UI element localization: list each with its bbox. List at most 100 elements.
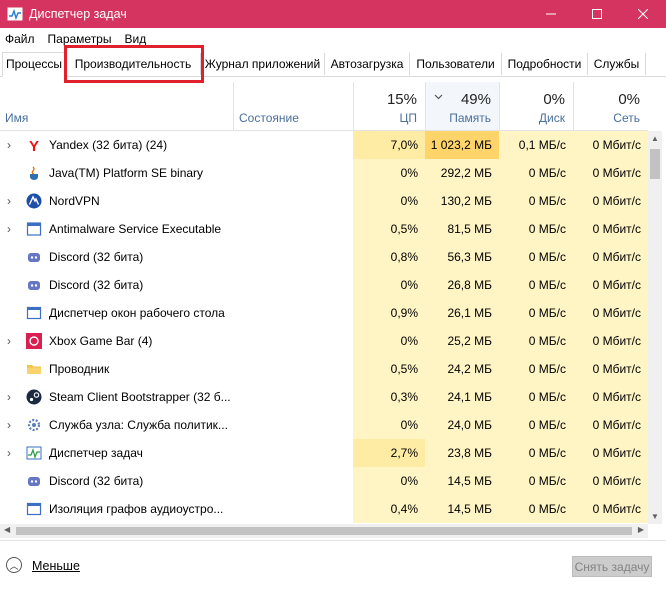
task-manager-icon (26, 445, 42, 461)
cpu-cell: 0,3% (353, 383, 425, 411)
process-name: Xbox Game Bar (4) (49, 334, 153, 348)
network-cell: 0 Мбит/с (573, 467, 648, 495)
cpu-cell: 0% (353, 187, 425, 215)
scroll-up-icon[interactable]: ▲ (651, 134, 659, 143)
table-row[interactable]: › Y Yandex (32 бита) (24) 7,0% 1 023,2 МБ 0,1… (0, 131, 648, 159)
header-cpu[interactable]: 15% ЦП (353, 82, 425, 130)
window-manager-icon (26, 305, 42, 321)
chevron-right-icon[interactable]: › (7, 390, 17, 404)
column-header: Имя Состояние 15% ЦП 49% Память 0% Диск … (0, 82, 648, 131)
close-button[interactable] (620, 0, 666, 28)
header-disk[interactable]: 0% Диск (499, 82, 573, 130)
chevron-right-icon[interactable]: › (7, 222, 17, 236)
process-name: Discord (32 бита) (49, 278, 144, 292)
tab-users[interactable]: Пользователи (410, 53, 502, 75)
process-name: Диспетчер окон рабочего стола (49, 306, 225, 320)
minimize-button[interactable] (528, 0, 574, 28)
cpu-cell: 0% (353, 327, 425, 355)
cpu-cell: 0,9% (353, 299, 425, 327)
network-cell: 0 Мбит/с (573, 495, 648, 523)
horizontal-scrollbar[interactable]: ◀ ▶ (0, 524, 648, 538)
title-bar: Диспетчер задач (0, 0, 666, 28)
chevron-up-circle-icon[interactable]: ︿ (6, 557, 22, 573)
cpu-cell: 0% (353, 159, 425, 187)
disk-cell: 0 МБ/с (499, 215, 573, 243)
scroll-down-icon[interactable]: ▼ (651, 512, 659, 521)
scroll-right-icon[interactable]: ▶ (638, 525, 644, 534)
gear-icon (26, 417, 42, 433)
disk-cell: 0 МБ/с (499, 355, 573, 383)
table-row[interactable]: Диспетчер окон рабочего стола 0,9% 26,1 МБ… (0, 299, 648, 327)
disk-cell: 0,1 МБ/с (499, 131, 573, 159)
table-row[interactable]: Discord (32 бита) 0% 26,8 МБ 0 МБ/с 0 Мбит/с (0, 271, 648, 299)
memory-cell: 130,2 МБ (425, 187, 499, 215)
tab-services[interactable]: Службы (588, 53, 646, 75)
header-status[interactable]: Состояние (233, 82, 353, 130)
table-row[interactable]: Discord (32 бита) 0,8% 56,3 МБ 0 МБ/с 0 Мбит… (0, 243, 648, 271)
cpu-cell: 7,0% (353, 131, 425, 159)
chevron-right-icon[interactable]: › (7, 194, 17, 208)
table-row[interactable]: › Диспетчер задач 2,7% 23,8 МБ 0 МБ/с 0 Мбит/… (0, 439, 648, 467)
cpu-cell: 0% (353, 271, 425, 299)
disk-cell: 0 МБ/с (499, 299, 573, 327)
vertical-scrollbar[interactable]: ▲ ▼ (648, 131, 662, 524)
maximize-icon (592, 9, 602, 19)
table-row[interactable]: › Служба узла: Служба политик... 0% 24,0 МБ… (0, 411, 648, 439)
window-title: Диспетчер задач (29, 7, 127, 21)
menu-options[interactable]: Параметры (48, 32, 112, 46)
hscroll-thumb[interactable] (16, 527, 632, 535)
network-cell: 0 Мбит/с (573, 187, 648, 215)
header-name[interactable]: Имя (0, 82, 233, 130)
disk-cell: 0 МБ/с (499, 439, 573, 467)
table-row[interactable]: Java(TM) Platform SE binary 0% 292,2 МБ 0 М… (0, 159, 648, 187)
header-network[interactable]: 0% Сеть (573, 82, 648, 130)
maximize-button[interactable] (574, 0, 620, 28)
memory-cell: 1 023,2 МБ (425, 131, 499, 159)
table-row[interactable]: › NordVPN 0% 130,2 МБ 0 МБ/с 0 Мбит/с (0, 187, 648, 215)
end-task-button[interactable]: Снять задачу (572, 556, 652, 577)
scroll-left-icon[interactable]: ◀ (4, 525, 10, 534)
cpu-cell: 0% (353, 467, 425, 495)
memory-cell: 26,8 МБ (425, 271, 499, 299)
scroll-thumb[interactable] (650, 149, 660, 179)
chevron-right-icon[interactable]: › (7, 138, 17, 152)
memory-cell: 292,2 МБ (425, 159, 499, 187)
header-memory[interactable]: 49% Память (425, 82, 499, 130)
network-cell: 0 Мбит/с (573, 271, 648, 299)
audio-icon (26, 501, 42, 517)
table-row[interactable]: › Xbox Game Bar (4) 0% 25,2 МБ 0 МБ/с 0 Мбит/… (0, 327, 648, 355)
table-row[interactable]: Изоляция графов аудиоустро... 0,4% 14,5 МБ… (0, 495, 648, 523)
network-cell: 0 Мбит/с (573, 131, 648, 159)
discord-icon (26, 473, 42, 489)
fewer-details-link[interactable]: Меньше (32, 559, 80, 573)
disk-cell: 0 МБ/с (499, 243, 573, 271)
network-cell: 0 Мбит/с (573, 411, 648, 439)
folder-icon (26, 361, 42, 377)
process-name: Диспетчер задач (49, 446, 143, 460)
footer: ︿ Меньше Снять задачу (0, 540, 666, 590)
memory-cell: 24,2 МБ (425, 355, 499, 383)
memory-cell: 56,3 МБ (425, 243, 499, 271)
tab-processes[interactable]: Процессы (2, 52, 66, 77)
chevron-right-icon[interactable]: › (7, 418, 17, 432)
table-row[interactable]: Проводник 0,5% 24,2 МБ 0 МБ/с 0 Мбит/с (0, 355, 648, 383)
table-row[interactable]: › Steam Client Bootstrapper (32 б... 0,3% 2… (0, 383, 648, 411)
menu-view[interactable]: Вид (124, 32, 146, 46)
network-cell: 0 Мбит/с (573, 159, 648, 187)
nordvpn-icon (26, 193, 42, 209)
yandex-icon: Y (26, 137, 42, 155)
tab-details[interactable]: Подробности (502, 53, 588, 75)
discord-icon (26, 277, 42, 293)
tab-startup[interactable]: Автозагрузка (325, 53, 410, 75)
cpu-cell: 0,4% (353, 495, 425, 523)
tab-app-history[interactable]: Журнал приложений (201, 53, 325, 75)
highlight-annotation (64, 45, 204, 83)
memory-cell: 24,1 МБ (425, 383, 499, 411)
process-name: Служба узла: Служба политик... (49, 418, 228, 432)
menu-file[interactable]: Файл (5, 32, 35, 46)
table-row[interactable]: Discord (32 бита) 0% 14,5 МБ 0 МБ/с 0 Мбит/с (0, 467, 648, 495)
chevron-right-icon[interactable]: › (7, 446, 17, 460)
chevron-right-icon[interactable]: › (7, 334, 17, 348)
disk-cell: 0 МБ/с (499, 467, 573, 495)
table-row[interactable]: › Antimalware Service Executable 0,5% 81,5 … (0, 215, 648, 243)
